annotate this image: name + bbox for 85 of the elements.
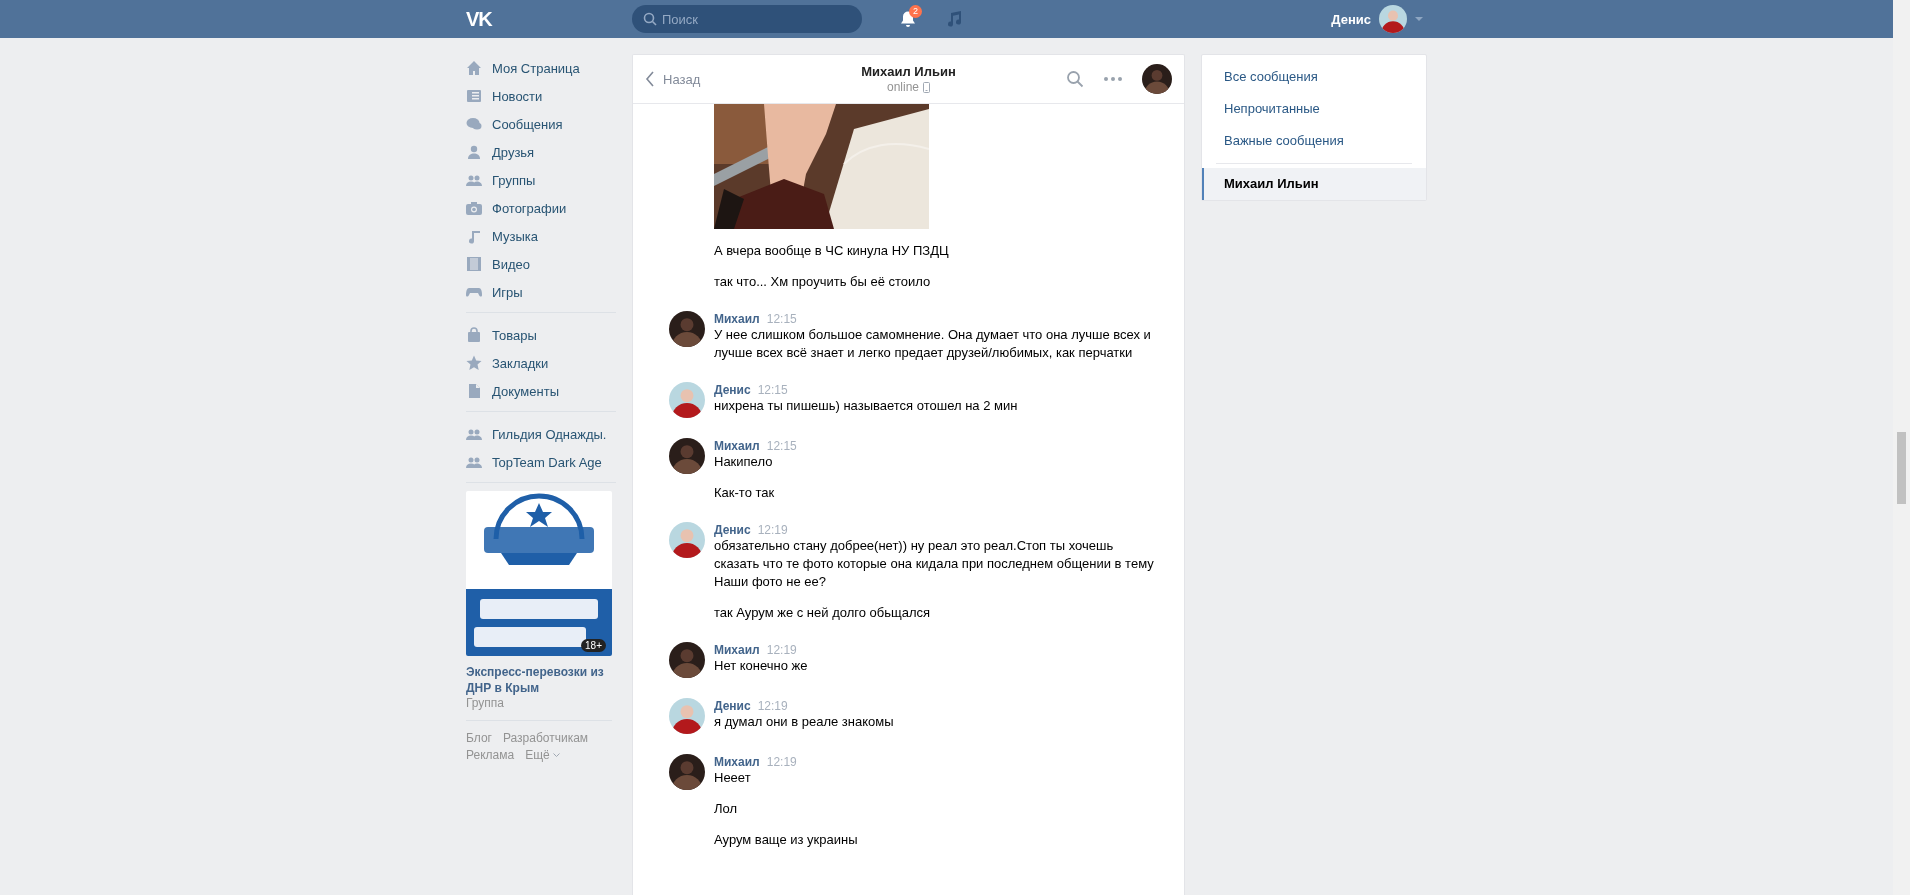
sidebar-item[interactable]: Музыка — [466, 222, 616, 250]
chat-title[interactable]: Михаил Ильин — [785, 64, 1032, 79]
music-note-icon — [466, 228, 482, 244]
music-button[interactable] — [946, 10, 962, 28]
author-name[interactable]: Денис — [714, 523, 751, 537]
avatar — [1379, 5, 1407, 33]
chevron-left-icon — [645, 71, 655, 87]
message-time: 12:15 — [766, 439, 797, 453]
sidebar-item[interactable]: Документы — [466, 377, 616, 405]
star-icon — [466, 355, 482, 371]
message-text: обязательно стану добрее(нет)) ну реал это реал.Стоп ты хочешь сказать что те фото которые она кидала при последнем общении в тему Наши фото не ее? — [714, 537, 1154, 591]
message-text: У нее слишком большое самомнение. Она думает что она лучше всех и лучше всех всё знает и легко предает друзей/любимых, как перчатки — [714, 326, 1152, 362]
scrollbar[interactable] — [1893, 0, 1910, 895]
scrollbar-thumb[interactable] — [1897, 432, 1906, 504]
search-icon — [1066, 70, 1084, 88]
user-name[interactable]: Денис — [1331, 11, 1371, 27]
camera-icon — [466, 200, 482, 216]
avatar — [669, 382, 705, 418]
ad-subtitle: Группа — [466, 696, 506, 710]
sidebar-item[interactable]: Новости — [466, 82, 616, 110]
author-name[interactable]: Денис — [714, 699, 751, 713]
message-time: 12:15 — [766, 312, 797, 326]
author-name[interactable]: Михаил — [714, 312, 760, 326]
newspaper-icon — [466, 88, 482, 104]
avatar — [669, 522, 705, 558]
avatar — [1142, 64, 1172, 94]
ad-title[interactable]: Экспресс-перевозки из ДНР в Крым — [466, 664, 616, 696]
sidebar-item[interactable]: Моя Страница — [466, 54, 616, 82]
sidebar-item[interactable]: Сообщения — [466, 110, 616, 138]
message-time: 12:15 — [757, 383, 788, 397]
document-icon — [466, 383, 482, 399]
message-text: Аурум ваще из украины — [714, 831, 859, 849]
filter-item[interactable]: Важные сообщения — [1202, 125, 1426, 157]
sidebar-item[interactable]: TopTeam Dark Age — [466, 448, 616, 476]
search-icon — [643, 12, 657, 26]
avatar — [669, 642, 705, 678]
filter-item[interactable]: Непрочитанные — [1202, 93, 1426, 125]
avatar — [669, 698, 705, 734]
sidebar-item[interactable]: Видео — [466, 250, 616, 278]
more-icon — [1104, 77, 1122, 81]
film-icon — [466, 256, 482, 272]
sidebar-item[interactable]: Друзья — [466, 138, 616, 166]
sidebar-item[interactable]: Группы — [466, 166, 616, 194]
caret-icon — [1415, 16, 1423, 22]
message-text: Нет конечно же — [714, 657, 809, 675]
message-time: 12:19 — [757, 523, 788, 537]
shopping-bag-icon — [466, 327, 482, 343]
author-name[interactable]: Денис — [714, 383, 751, 397]
message-text: Нееет — [714, 769, 752, 787]
speech-bubble-icon — [466, 116, 482, 132]
sidebar-item[interactable]: Закладки — [466, 349, 616, 377]
sidebar-item[interactable]: Фотографии — [466, 194, 616, 222]
message-text: Как-то так — [714, 484, 776, 502]
message-text: так что... Хм проучить бы её стоило — [714, 273, 932, 291]
message-text: так Аурум же с ней долго обьщался — [714, 604, 932, 622]
avatar — [669, 438, 705, 474]
author-name[interactable]: Михаил — [714, 439, 760, 453]
message-text: Лол — [714, 800, 739, 818]
author-name[interactable]: Михаил — [714, 755, 760, 769]
music-note-icon — [946, 10, 962, 28]
message-text: нихрена ты пишешь) называется отошел на 2 мин — [714, 397, 1019, 415]
avatar — [669, 311, 705, 347]
message-time: 12:19 — [766, 643, 797, 657]
phone-icon — [923, 81, 930, 93]
filter-item[interactable]: Все сообщения — [1202, 61, 1426, 93]
conversation-item[interactable]: Михаил Ильин — [1202, 168, 1426, 200]
search-field[interactable]: Поиск — [632, 5, 862, 33]
sidebar-item[interactable]: Игры — [466, 278, 616, 306]
person-icon — [466, 144, 482, 160]
home-icon — [466, 60, 482, 76]
message-text: Накипело — [714, 453, 774, 471]
message-text: я думал они в реале знакомы — [714, 713, 895, 731]
logo[interactable]: VK — [466, 7, 632, 31]
message-time: 12:19 — [766, 755, 797, 769]
avatar — [669, 754, 705, 790]
author-name[interactable]: Михаил — [714, 643, 760, 657]
online-status: online — [887, 80, 919, 94]
sidebar-item[interactable]: Товары — [466, 321, 616, 349]
caret-icon — [552, 752, 560, 758]
message-text: А вчера вообще в ЧС кинула НУ ПЗДЦ — [714, 242, 950, 260]
bell-icon — [899, 10, 917, 28]
sidebar-item[interactable]: Гильдия Однажды. — [466, 420, 616, 448]
back-link[interactable]: Назад — [645, 71, 785, 87]
notification-count: 2 — [909, 5, 922, 18]
message-time: 12:19 — [757, 699, 788, 713]
